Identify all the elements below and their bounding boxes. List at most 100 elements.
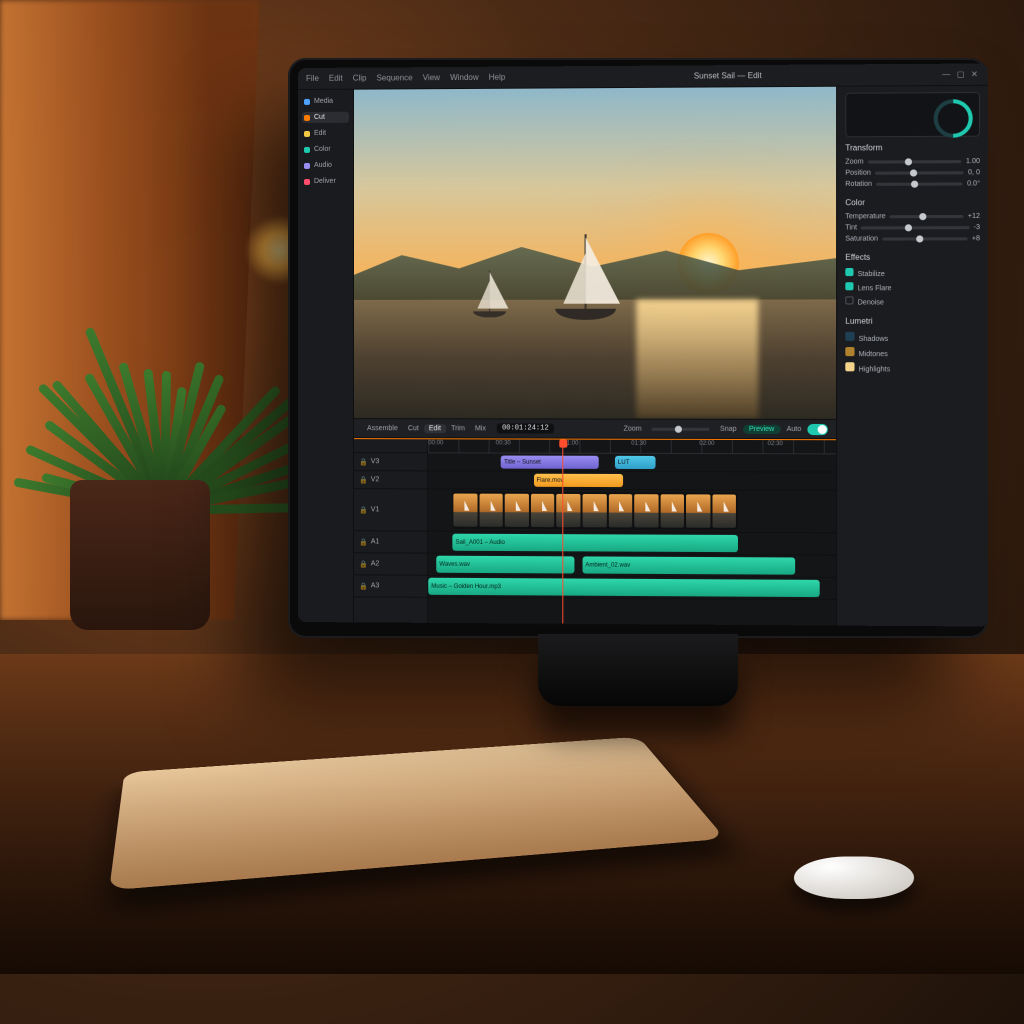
track-header-spacer bbox=[354, 439, 427, 453]
section-title: Lumetri bbox=[845, 317, 980, 326]
menu-sequence[interactable]: Sequence bbox=[377, 73, 413, 82]
track-lock-icon[interactable]: 🔒 bbox=[359, 506, 368, 514]
checkbox-icon[interactable] bbox=[845, 296, 853, 304]
track-name: V3 bbox=[371, 458, 380, 465]
mode-assemble[interactable]: Assemble bbox=[362, 424, 403, 433]
clip[interactable] bbox=[452, 492, 737, 530]
checkbox-icon[interactable] bbox=[845, 282, 853, 290]
mode-mix[interactable]: Mix bbox=[470, 424, 491, 433]
clip[interactable]: LUT bbox=[615, 456, 656, 469]
param-slider[interactable] bbox=[890, 215, 964, 218]
track-lane-a2[interactable]: Waves.wav Ambient_02.wav bbox=[428, 554, 836, 578]
param-slider[interactable] bbox=[875, 171, 964, 174]
render-status[interactable]: Preview bbox=[743, 424, 781, 433]
monitor: FileEditClipSequenceViewWindowHelp Sunse… bbox=[288, 58, 988, 638]
clip[interactable]: Music – Golden Hour.mp3 bbox=[428, 578, 819, 597]
swatch-midtones[interactable]: Midtones bbox=[845, 345, 980, 360]
menu-clip[interactable]: Clip bbox=[353, 74, 367, 83]
checkbox-icon[interactable] bbox=[845, 268, 853, 276]
color-swatch-icon[interactable] bbox=[845, 347, 854, 356]
param-temperature[interactable]: Temperature+12 bbox=[845, 211, 980, 223]
menu-edit[interactable]: Edit bbox=[329, 74, 343, 83]
timeline-body[interactable]: 00:0000:3001:0001:3002:0002:3003:00 Titl… bbox=[428, 439, 836, 625]
track-name: V2 bbox=[371, 476, 380, 483]
track-header-a3[interactable]: 🔒A3 bbox=[354, 575, 427, 597]
track-lane-v2[interactable]: Flare.mov bbox=[428, 471, 836, 490]
timecode-display[interactable]: 00:01:24:12 bbox=[497, 423, 554, 433]
param-value: 1.00 bbox=[966, 158, 980, 165]
clip-thumbnails bbox=[452, 492, 737, 530]
param-slider[interactable] bbox=[876, 182, 963, 185]
param-zoom[interactable]: Zoom1.00 bbox=[845, 156, 980, 168]
track-lane-v3[interactable]: Title – Sunset LUT bbox=[428, 453, 836, 472]
param-rotation[interactable]: Rotation0.0° bbox=[845, 178, 980, 190]
nav-deliver[interactable]: Deliver bbox=[302, 176, 349, 187]
nav-media[interactable]: Media bbox=[302, 96, 349, 107]
swatch-shadows[interactable]: Shadows bbox=[845, 330, 980, 345]
mode-cut[interactable]: Cut bbox=[403, 424, 424, 433]
nav-audio[interactable]: Audio bbox=[302, 160, 349, 171]
track-header-v3[interactable]: 🔒V3 bbox=[354, 453, 427, 471]
ruler-tick: 00:00 bbox=[428, 440, 443, 446]
clip[interactable]: Waves.wav bbox=[436, 556, 574, 574]
menu-help[interactable]: Help bbox=[489, 73, 506, 82]
param-label: Temperature bbox=[845, 213, 885, 220]
swatch-highlights[interactable]: Highlights bbox=[845, 360, 980, 375]
clip-label: Flare.mov bbox=[537, 477, 564, 483]
toggle-stabilize[interactable]: Stabilize bbox=[845, 266, 980, 280]
color-scope[interactable] bbox=[845, 92, 980, 137]
inspector-effects: EffectsStabilizeLens FlareDenoise bbox=[845, 253, 980, 309]
param-value: +8 bbox=[972, 235, 980, 242]
param-position[interactable]: Position0, 0 bbox=[845, 167, 980, 179]
track-lock-icon[interactable]: 🔒 bbox=[359, 560, 368, 568]
track-lane-a1[interactable]: Sail_A001 – Audio bbox=[428, 532, 836, 556]
menu-window[interactable]: Window bbox=[450, 73, 479, 82]
auto-toggle[interactable] bbox=[807, 423, 827, 434]
nav-label: Audio bbox=[314, 162, 332, 169]
plant-pot bbox=[70, 480, 210, 630]
timeline-zoom-slider[interactable] bbox=[652, 427, 710, 430]
menu-view[interactable]: View bbox=[423, 73, 440, 82]
playhead[interactable] bbox=[562, 440, 563, 624]
nav-dot-icon bbox=[304, 130, 310, 136]
toggle-denoise[interactable]: Denoise bbox=[845, 294, 980, 308]
color-swatch-icon[interactable] bbox=[845, 362, 854, 371]
clip[interactable]: Ambient_02.wav bbox=[582, 556, 795, 574]
color-swatch-icon[interactable] bbox=[845, 332, 854, 341]
toggle-label: Stabilize bbox=[858, 271, 885, 278]
param-tint[interactable]: Tint-3 bbox=[845, 222, 980, 234]
track-header-a1[interactable]: 🔒A1 bbox=[354, 531, 427, 553]
inspector-color: ColorTemperature+12Tint-3Saturation+8 bbox=[845, 198, 980, 245]
param-slider[interactable] bbox=[861, 226, 969, 229]
timeline[interactable]: 🔒V3🔒V2🔒V1🔒A1🔒A2🔒A3 00:0000:3001:0001:300… bbox=[354, 438, 836, 625]
track-lock-icon[interactable]: 🔒 bbox=[359, 538, 368, 546]
inspector-transform: TransformZoom1.00Position0, 0Rotation0.0… bbox=[845, 143, 980, 190]
track-headers: 🔒V3🔒V2🔒V1🔒A1🔒A2🔒A3 bbox=[354, 439, 428, 623]
clip-label: Title – Sunset bbox=[504, 459, 541, 465]
program-monitor[interactable] bbox=[354, 87, 836, 419]
track-lane-a3[interactable]: Music – Golden Hour.mp3 bbox=[428, 576, 836, 601]
nav-color[interactable]: Color bbox=[302, 144, 349, 155]
track-header-v1[interactable]: 🔒V1 bbox=[354, 489, 427, 531]
param-saturation[interactable]: Saturation+8 bbox=[845, 233, 980, 244]
track-lock-icon[interactable]: 🔒 bbox=[359, 582, 368, 590]
mode-trim[interactable]: Trim bbox=[446, 424, 470, 433]
time-ruler[interactable]: 00:0000:3001:0001:3002:0002:3003:00 bbox=[428, 439, 836, 454]
nav-edit[interactable]: Edit bbox=[302, 128, 349, 139]
left-nav: Media Cut Edit Color Audio Deliver bbox=[298, 90, 354, 623]
clip[interactable]: Title – Sunset bbox=[501, 456, 598, 469]
param-slider[interactable] bbox=[882, 237, 967, 240]
nav-cut[interactable]: Cut bbox=[302, 112, 349, 123]
window-controls[interactable]: — ▢ ✕ bbox=[942, 70, 980, 79]
toggle-lens flare[interactable]: Lens Flare bbox=[845, 280, 980, 294]
track-header-a2[interactable]: 🔒A2 bbox=[354, 553, 427, 575]
param-slider[interactable] bbox=[868, 160, 962, 163]
track-header-v2[interactable]: 🔒V2 bbox=[354, 471, 427, 489]
track-lock-icon[interactable]: 🔒 bbox=[359, 458, 368, 466]
mode-edit[interactable]: Edit bbox=[424, 424, 446, 433]
track-lane-v1[interactable] bbox=[428, 489, 836, 533]
track-lock-icon[interactable]: 🔒 bbox=[359, 476, 368, 484]
clip[interactable]: Flare.mov bbox=[534, 474, 623, 487]
clip[interactable]: Sail_A001 – Audio bbox=[452, 534, 737, 552]
menu-file[interactable]: File bbox=[306, 74, 319, 83]
